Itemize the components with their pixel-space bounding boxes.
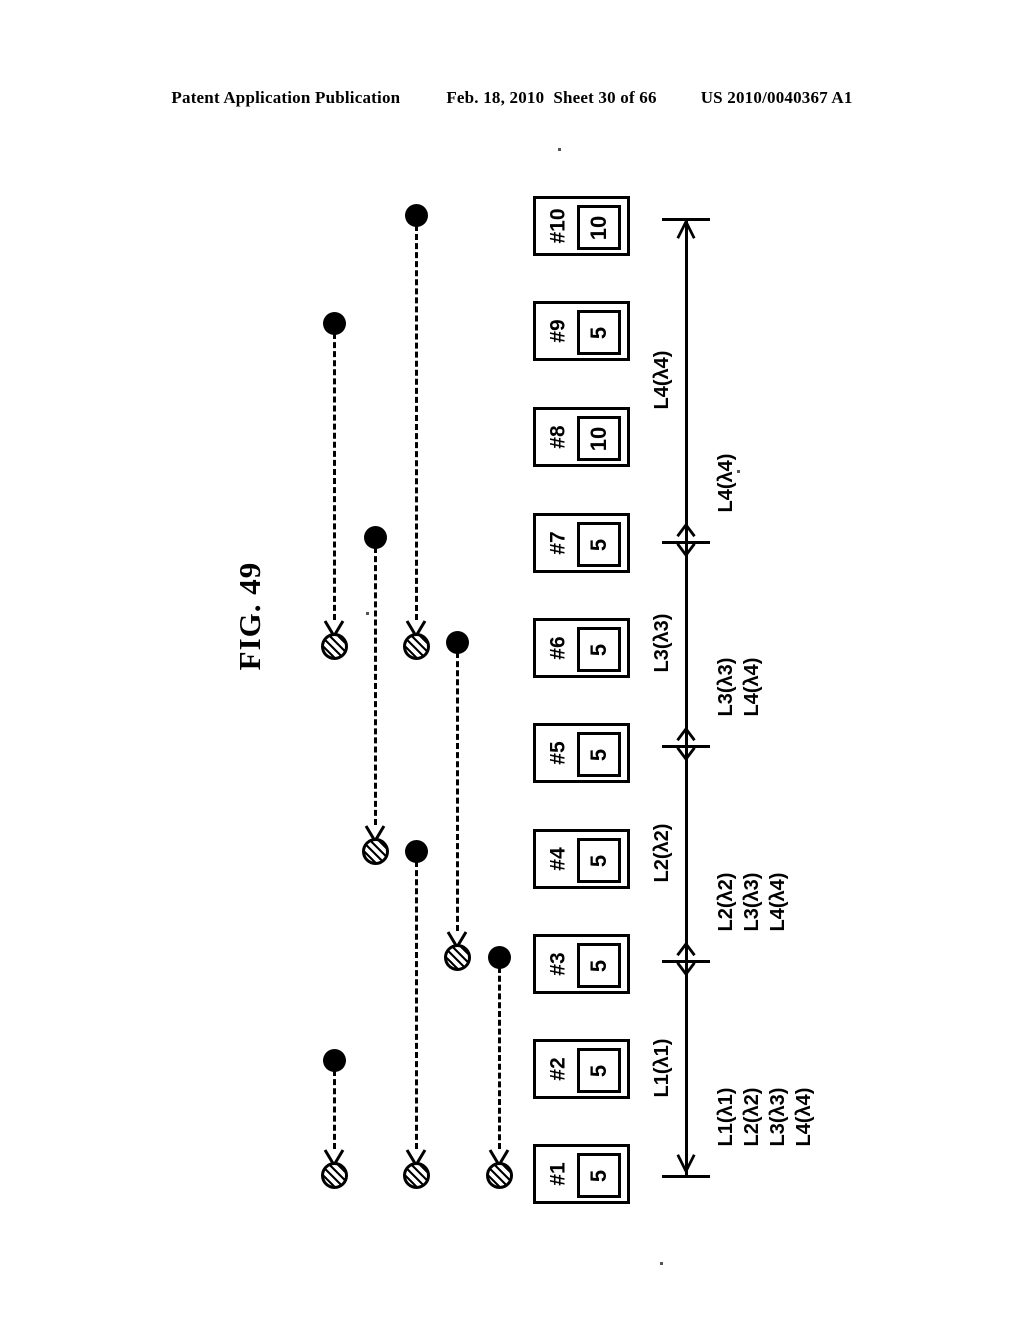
patent-sheet: Patent Application Publication Feb. 18, …	[0, 0, 1024, 1320]
flow-source-dot[interactable]	[488, 946, 511, 969]
flow-dashed-path	[374, 547, 377, 825]
node-box-7[interactable]: #7 5	[533, 513, 630, 573]
node-box-5[interactable]: #5 5	[533, 723, 630, 783]
node-box-value: 10	[586, 426, 611, 451]
flow-source-dot[interactable]	[323, 1049, 346, 1072]
axis-tick-double-arrow-icon	[676, 942, 696, 976]
flow-target-node[interactable]	[361, 837, 389, 865]
flow-source-dot[interactable]	[446, 631, 469, 654]
tick-label: L4(λ4)	[766, 872, 789, 932]
node-box-3[interactable]: #3 5	[533, 934, 630, 994]
scan-speck	[366, 612, 369, 615]
scan-speck	[558, 148, 561, 151]
flow-target-node[interactable]	[402, 632, 430, 660]
node-box-6[interactable]: #6 5	[533, 618, 630, 678]
axis-up-arrow-icon	[676, 219, 696, 239]
node-box-value: 5	[586, 643, 611, 656]
scan-speck	[737, 470, 740, 473]
node-box-2[interactable]: #2 5	[533, 1039, 630, 1099]
header-publication: Patent Application Publication	[171, 88, 401, 107]
node-box-value: 5	[586, 748, 611, 761]
flow-dashed-path	[333, 333, 336, 620]
node-box-value: 10	[586, 215, 611, 240]
node-box-value-frame: 5	[577, 1048, 621, 1093]
node-box-1[interactable]: #1 5	[533, 1144, 630, 1204]
tick-label: L3(λ3)	[740, 872, 763, 932]
node-box-value: 5	[586, 326, 611, 339]
node-box-value: 5	[586, 854, 611, 867]
flow-source-dot[interactable]	[364, 526, 387, 549]
node-box-value-frame: 5	[577, 627, 621, 672]
flow-source-dot[interactable]	[323, 312, 346, 335]
flow-target-node[interactable]	[485, 1161, 513, 1189]
axis-tick-double-arrow-icon	[676, 523, 696, 557]
node-box-value-frame: 5	[577, 310, 621, 355]
flow-source-dot[interactable]	[405, 204, 428, 227]
scan-speck	[660, 1262, 663, 1265]
node-box-value: 5	[586, 959, 611, 972]
flow-target-node[interactable]	[320, 632, 348, 660]
node-box-value: 5	[586, 1064, 611, 1077]
tick-label: L4(λ4)	[714, 453, 737, 513]
node-box-value-frame: 10	[577, 416, 621, 461]
node-box-value-frame: 5	[577, 732, 621, 777]
measurement-axis-line	[685, 218, 688, 1175]
node-box-value-frame: 5	[577, 522, 621, 567]
flow-dashed-path	[415, 861, 418, 1149]
node-box-value: 5	[586, 1169, 611, 1182]
axis-span-label: L3(λ3)	[650, 613, 673, 673]
node-box-10[interactable]: #10 10	[533, 196, 630, 256]
figure-label: FIG. 49	[232, 561, 267, 671]
tick-label: L1(λ1)	[714, 1087, 737, 1147]
flow-dashed-path	[498, 967, 501, 1149]
tick-label: L3(λ3)	[766, 1087, 789, 1147]
header-sheet-number: Sheet 30 of 66	[553, 88, 657, 107]
node-box-value-frame: 10	[577, 205, 621, 250]
node-box-value: 5	[586, 538, 611, 551]
sheet-header: Patent Application Publication Feb. 18, …	[0, 88, 1024, 108]
axis-span-label: L4(λ4)	[650, 350, 673, 410]
tick-label: L4(λ4)	[792, 1087, 815, 1147]
tick-label: L2(λ2)	[714, 872, 737, 932]
node-box-value-frame: 5	[577, 838, 621, 883]
tick-label: L3(λ3)	[714, 657, 737, 717]
flow-target-node[interactable]	[320, 1161, 348, 1189]
tick-label: L4(λ4)	[740, 657, 763, 717]
flow-dashed-path	[333, 1070, 336, 1149]
axis-bottom-cap	[662, 1175, 710, 1178]
tick-label: L2(λ2)	[740, 1087, 763, 1147]
flow-dashed-path	[456, 652, 459, 931]
node-box-value-frame: 5	[577, 943, 621, 988]
node-box-value-frame: 5	[577, 1153, 621, 1198]
axis-span-label: L2(λ2)	[650, 823, 673, 883]
node-box-8[interactable]: #8 10	[533, 407, 630, 467]
axis-down-arrow-icon	[676, 1154, 696, 1174]
axis-tick-double-arrow-icon	[676, 727, 696, 761]
header-date: Feb. 18, 2010	[446, 88, 545, 107]
header-patent-number: US 2010/0040367 A1	[700, 88, 853, 107]
flow-source-dot[interactable]	[405, 840, 428, 863]
axis-span-label: L1(λ1)	[650, 1038, 673, 1098]
node-box-4[interactable]: #4 5	[533, 829, 630, 889]
flow-target-node[interactable]	[402, 1161, 430, 1189]
flow-target-node[interactable]	[443, 943, 471, 971]
node-box-9[interactable]: #9 5	[533, 301, 630, 361]
flow-dashed-path	[415, 225, 418, 620]
